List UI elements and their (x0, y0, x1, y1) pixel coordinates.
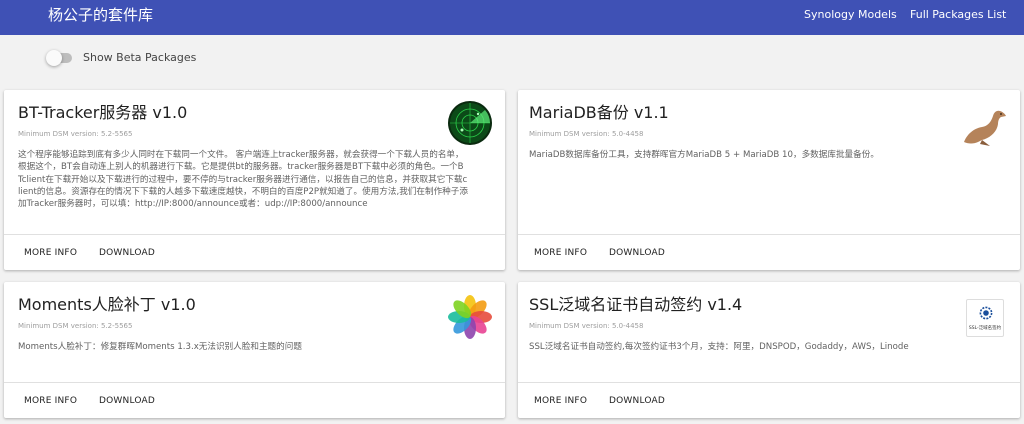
package-card-bt-tracker: BT-Tracker服务器 v1.0 Minimum DSM version: … (4, 90, 505, 270)
package-title: MariaDB备份 v1.1 (529, 103, 669, 122)
download-button[interactable]: DOWNLOAD (609, 247, 665, 259)
sea-lion-icon (964, 110, 1006, 146)
more-info-button[interactable]: MORE INFO (24, 395, 77, 407)
beta-toggle-row: Show Beta Packages (46, 50, 348, 66)
package-title: SSL泛域名证书自动签约 v1.4 (529, 295, 743, 314)
card-actions: MORE INFO DOWNLOAD (4, 234, 505, 270)
beta-switch[interactable] (46, 50, 72, 66)
package-description: Moments人脸补丁：修复群晖Moments 1.3.x无法识别人脸和主题的问… (18, 342, 302, 352)
card-actions: MORE INFO DOWNLOAD (518, 382, 1020, 418)
gear-icon (979, 306, 993, 320)
switch-knob[interactable] (46, 50, 62, 66)
beta-label: Show Beta Packages (83, 51, 197, 64)
package-card-ssl: SSL泛域名证书自动签约 v1.4 Minimum DSM version: 5… (518, 282, 1020, 418)
ssl-badge-label: SSL-泛域名签约 (968, 326, 1002, 331)
more-info-button[interactable]: MORE INFO (534, 395, 587, 407)
package-min-dsm: Minimum DSM version: 5.2-5565 (18, 130, 133, 138)
package-card-mariadb: MariaDB备份 v1.1 Minimum DSM version: 5.0-… (518, 90, 1020, 270)
package-title: Moments人脸补丁 v1.0 (18, 295, 196, 314)
nav-synology-models[interactable]: Synology Models (804, 8, 897, 22)
package-description: SSL泛域名证书自动签约,每次签约证书3个月，支持：阿里，DNSPOD，Goda… (529, 342, 909, 352)
download-button[interactable]: DOWNLOAD (609, 395, 665, 407)
package-min-dsm: Minimum DSM version: 5.2-5565 (18, 322, 133, 330)
card-actions: MORE INFO DOWNLOAD (4, 382, 505, 418)
download-button[interactable]: DOWNLOAD (99, 247, 155, 259)
nav-full-packages-list[interactable]: Full Packages List (910, 8, 1006, 22)
radar-icon (448, 101, 492, 145)
package-title: BT-Tracker服务器 v1.0 (18, 103, 188, 122)
package-description: MariaDB数据库备份工具，支持群晖官方MariaDB 5 + MariaDB… (529, 150, 879, 160)
top-navbar: 杨公子的套件库 Synology Models Full Packages Li… (0, 0, 1024, 35)
card-actions: MORE INFO DOWNLOAD (518, 234, 1020, 270)
more-info-button[interactable]: MORE INFO (534, 247, 587, 259)
pinwheel-icon (448, 295, 492, 339)
site-brand[interactable]: 杨公子的套件库 (48, 6, 153, 24)
package-min-dsm: Minimum DSM version: 5.0-4458 (529, 322, 644, 330)
package-card-moments: Moments人脸补丁 v1.0 Minimum DSM version: 5.… (4, 282, 505, 418)
ssl-badge-icon: SSL-泛域名签约 (966, 299, 1004, 337)
download-button[interactable]: DOWNLOAD (99, 395, 155, 407)
package-description: 这个程序能够追踪到底有多少人同时在下载同一个文件。 客户端连上tracker服务… (18, 150, 468, 210)
more-info-button[interactable]: MORE INFO (24, 247, 77, 259)
package-min-dsm: Minimum DSM version: 5.0-4458 (529, 130, 644, 138)
